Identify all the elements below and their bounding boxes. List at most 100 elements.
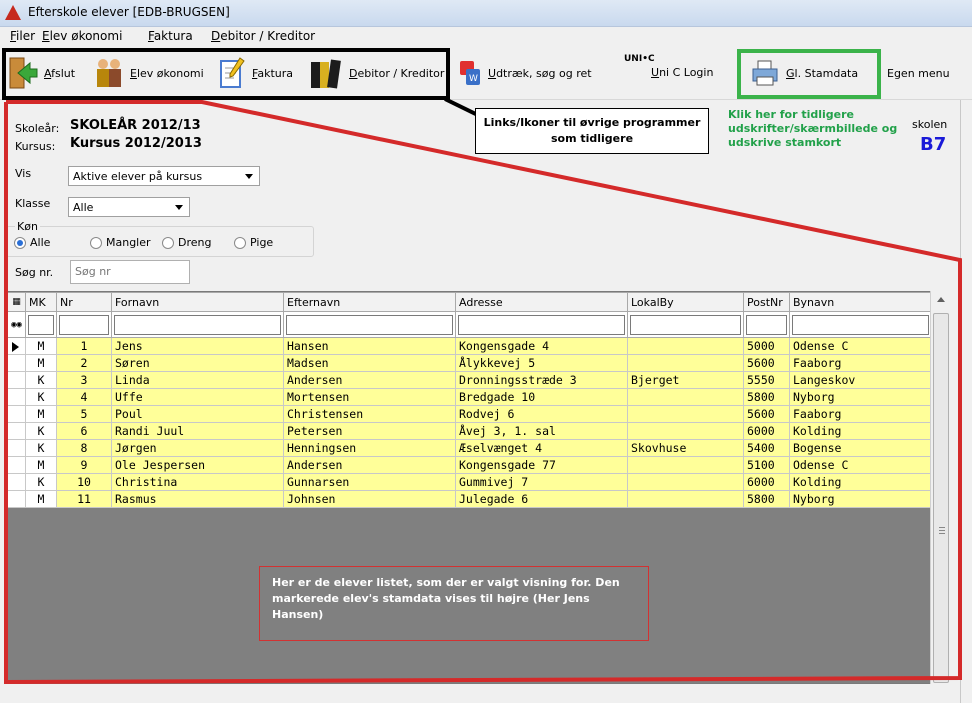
radio-dreng[interactable]: Dreng	[162, 236, 211, 249]
grid-scrollbar[interactable]	[930, 291, 951, 684]
grid-corner[interactable]: ▦	[7, 292, 26, 312]
scrollbar-thumb[interactable]	[933, 313, 949, 683]
column-header-fornavn[interactable]: Fornavn	[111, 292, 284, 312]
filter-bynavn-input[interactable]	[792, 314, 929, 335]
filter-efternavn-input[interactable]	[286, 314, 453, 335]
cell-postnr: 5600	[743, 405, 790, 423]
cell-adresse: Julegade 6	[455, 490, 628, 508]
filter-postnr-input[interactable]	[746, 314, 787, 335]
row-selector[interactable]	[7, 490, 26, 508]
cell-lokalby	[627, 337, 744, 355]
column-header-efternavn[interactable]: Efternavn	[283, 292, 456, 312]
cell-mk: K	[25, 371, 57, 389]
row-selector[interactable]	[7, 354, 26, 372]
menu-filer[interactable]: Filer	[10, 29, 35, 43]
column-header-adresse[interactable]: Adresse	[455, 292, 628, 312]
cell-bynavn: Kolding	[789, 473, 932, 491]
cell-adresse: Rodvej 6	[455, 405, 628, 423]
cell-fornavn: Ole Jespersen	[111, 456, 284, 474]
column-header-postnr[interactable]: PostNr	[743, 292, 790, 312]
search-input[interactable]: Søg nr	[70, 260, 190, 284]
cell-efternavn: Andersen	[283, 371, 456, 389]
kursus-label: Kursus:	[15, 140, 56, 153]
vis-dropdown[interactable]: Aktive elever på kursus	[68, 166, 260, 186]
window-title: Efterskole elever [EDB-BRUGSEN]	[28, 5, 230, 19]
cell-efternavn: Mortensen	[283, 388, 456, 406]
table-row[interactable]: M 9 Ole Jespersen Andersen Kongensgade 77 510…	[7, 456, 932, 474]
grip-icon	[939, 527, 945, 534]
table-row[interactable]: K 4 Uffe Mortensen Bredgade 10 5800 Nyborg	[7, 388, 932, 406]
table-row[interactable]: M 5 Poul Christensen Rodvej 6 5600 Faaborg	[7, 405, 932, 423]
cell-mk: M	[25, 456, 57, 474]
row-selector[interactable]	[7, 456, 26, 474]
table-row[interactable]: K 10 Christina Gunnarsen Gummivej 7 6000 Koldi…	[7, 473, 932, 491]
cell-bynavn: Bogense	[789, 439, 932, 457]
filter-nr-input[interactable]	[59, 314, 109, 335]
row-selector[interactable]	[7, 422, 26, 440]
cell-lokalby: Bjerget	[627, 371, 744, 389]
radio-alle[interactable]: Alle	[14, 236, 50, 249]
cell-efternavn: Gunnarsen	[283, 473, 456, 491]
cell-efternavn: Johnsen	[283, 490, 456, 508]
menu-faktura[interactable]: Faktura	[148, 29, 193, 43]
filter-mk-input[interactable]	[28, 314, 54, 335]
column-header-mk[interactable]: MK	[25, 292, 57, 312]
udtraek-button[interactable]: W Udtræk, søg og ret	[458, 46, 592, 100]
kon-label: Køn	[15, 220, 40, 233]
table-row[interactable]: K 6 Randi Juul Petersen Åvej 3, 1. sal 6000 Ko…	[7, 422, 932, 440]
radio-mangler[interactable]: Mangler	[90, 236, 151, 249]
svg-text:W: W	[469, 74, 478, 84]
cell-mk: K	[25, 388, 57, 406]
cell-adresse: Åvej 3, 1. sal	[455, 422, 628, 440]
cell-postnr: 5800	[743, 388, 790, 406]
right-panel-edge	[960, 100, 972, 703]
egen-menu-button[interactable]: Egen menu	[887, 46, 950, 100]
row-selector[interactable]	[7, 473, 26, 491]
kursus-value: Kursus 2012/2013	[70, 136, 202, 151]
radio-pige[interactable]: Pige	[234, 236, 273, 249]
cell-fornavn: Poul	[111, 405, 284, 423]
cell-efternavn: Madsen	[283, 354, 456, 372]
table-row[interactable]: M 2 Søren Madsen Ålykkevej 5 5600 Faaborg	[7, 354, 932, 372]
cell-lokalby	[627, 473, 744, 491]
cell-fornavn: Søren	[111, 354, 284, 372]
unic-login-button[interactable]: UNI•C Uni C Login	[624, 46, 713, 100]
menu-elev-okonomi[interactable]: Elev økonomi	[42, 29, 122, 43]
klasse-dropdown[interactable]: Alle	[68, 197, 190, 217]
cell-fornavn: Linda	[111, 371, 284, 389]
table-row[interactable]: K 3 Linda Andersen Dronningsstræde 3 Bjerget 5…	[7, 371, 932, 389]
cell-fornavn: Rasmus	[111, 490, 284, 508]
title-bar: Efterskole elever [EDB-BRUGSEN]	[0, 0, 972, 27]
cell-nr: 4	[56, 388, 112, 406]
cell-mk: M	[25, 337, 57, 355]
column-header-nr[interactable]: Nr	[56, 292, 112, 312]
cell-mk: K	[25, 422, 57, 440]
filter-lokalby-input[interactable]	[630, 314, 741, 335]
row-selector[interactable]	[7, 371, 26, 389]
app-icon	[5, 5, 21, 20]
column-header-lokalby[interactable]: LokalBy	[627, 292, 744, 312]
cell-fornavn: Jens	[111, 337, 284, 355]
radio-icon	[234, 236, 246, 249]
cell-postnr: 5600	[743, 354, 790, 372]
search-database-icon: W	[458, 59, 482, 87]
chevron-down-icon	[175, 205, 183, 210]
table-row[interactable]: K 8 Jørgen Henningsen Æselvænget 4 Skovhuse 54…	[7, 439, 932, 457]
row-selector[interactable]	[7, 405, 26, 423]
cell-nr: 3	[56, 371, 112, 389]
row-selector[interactable]	[7, 439, 26, 457]
filter-fornavn-input[interactable]	[114, 314, 281, 335]
menu-debitor-kreditor[interactable]: Debitor / Kreditor	[211, 29, 315, 43]
cell-postnr: 5000	[743, 337, 790, 355]
row-selector[interactable]	[7, 388, 26, 406]
filter-adresse-input[interactable]	[458, 314, 625, 335]
table-row[interactable]: M 1 Jens Hansen Kongensgade 4 5000 Odense C	[7, 337, 932, 355]
cell-mk: K	[25, 473, 57, 491]
unic-logo: UNI•C	[624, 53, 655, 64]
column-header-bynavn[interactable]: Bynavn	[789, 292, 932, 312]
row-pointer-icon[interactable]	[7, 337, 26, 355]
table-row[interactable]: M 11 Rasmus Johnsen Julegade 6 5800 Nyborg	[7, 490, 932, 508]
scroll-up-icon[interactable]	[937, 297, 945, 302]
cell-fornavn: Randi Juul	[111, 422, 284, 440]
radio-icon	[162, 236, 174, 249]
